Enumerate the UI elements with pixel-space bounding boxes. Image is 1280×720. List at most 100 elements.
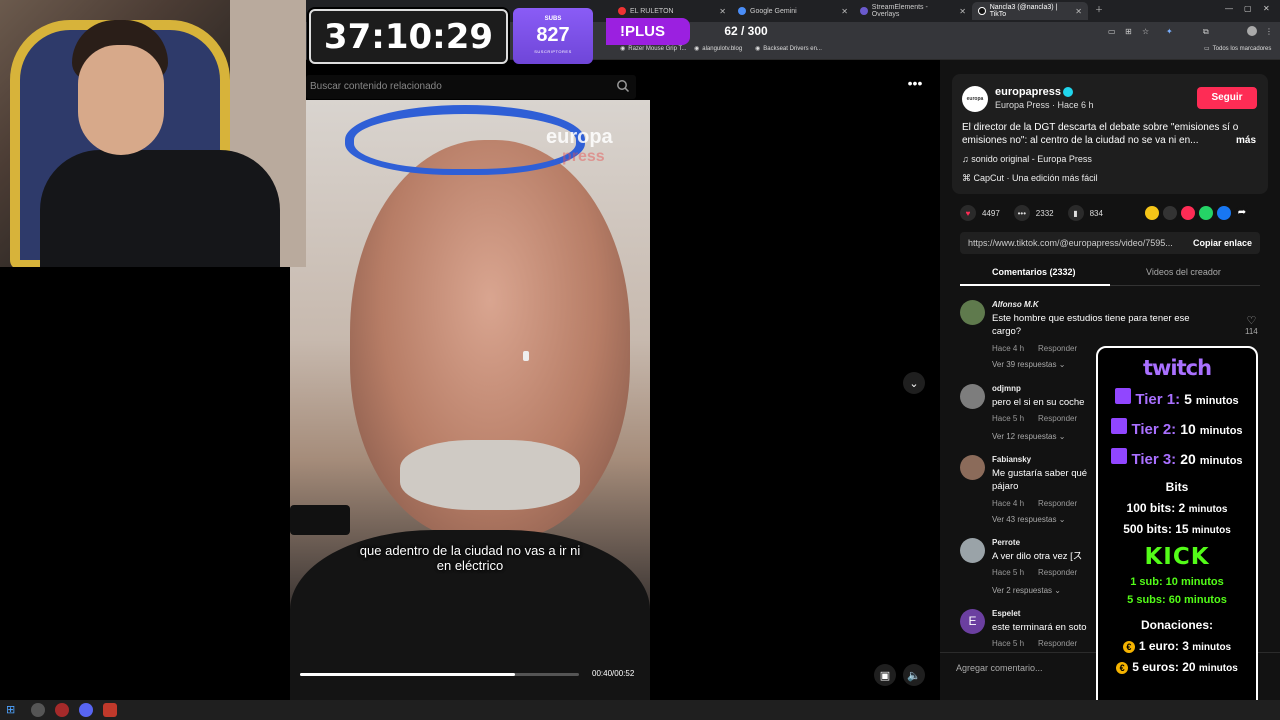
next-video-chevron-down-icon[interactable]: ⌄ [903,372,925,394]
tab-label: Google Gemini [750,7,797,15]
copy-link-button[interactable]: Copiar enlace [1193,238,1252,248]
menu-kebab-icon[interactable]: ⋮ [1265,27,1273,36]
cast-icon[interactable]: ▭ [1108,27,1116,36]
comment-username[interactable]: odjmnp [992,384,1021,393]
search-icon[interactable] [616,79,630,93]
comment-username[interactable]: Fabiansky [992,455,1031,464]
follow-button[interactable]: Seguir [1197,87,1257,109]
subs-count: 827 [536,24,570,46]
subs-sublabel: SUSCRIPTORES [534,49,572,54]
tab-google-gemini[interactable]: Google Gemini ✕ [732,2,854,20]
app-icon[interactable] [103,703,117,717]
new-tab-icon[interactable]: ＋ [1095,4,1103,15]
picture-in-picture-icon[interactable]: ▣ [874,664,896,686]
bookmark-icon[interactable]: ▮ [1067,205,1084,221]
kick-row: 5 subs: 60 minutos [1127,594,1227,606]
comment-icon[interactable]: ••• [1013,205,1030,221]
post-url[interactable]: https://www.tiktok.com/@europapress/vide… [968,238,1173,248]
bookmark-item[interactable]: ◉ Razer Mouse Grip T... [620,45,687,53]
kick-logo: KICK [1144,544,1210,570]
all-bookmarks[interactable]: ▭ Todos los marcadores [1204,45,1272,53]
share-coin-icon[interactable] [1145,206,1159,220]
tab-tiktok[interactable]: Nancla3 (@nancla3) | TikTo ✕ [972,2,1088,20]
embed-code-icon[interactable] [1163,206,1177,220]
extensions-puzzle-icon[interactable]: ⧉ [1203,27,1209,37]
reply-button[interactable]: Responder [1038,414,1077,423]
search-input[interactable]: Buscar contenido relacionado [306,75,636,99]
windows-start-icon[interactable]: ⊞ [6,703,20,717]
profile-avatar-icon[interactable] [1247,26,1257,36]
capcut-link[interactable]: ⌘ CapCut · Una edición más fácil [962,173,1098,184]
tier-unit: minutos [1199,425,1243,437]
obs-icon[interactable] [55,703,69,717]
tab-favicon-icon [618,7,626,15]
bookmark-item[interactable]: ◉ alangulotv.blog [694,45,742,53]
tier-row: Tier 3: 20 minutos [1098,448,1256,468]
comment-meta: Hace 5 h Responder [992,568,1077,577]
share-arrow-icon[interactable]: ➦ [1235,206,1249,220]
caption-line: en eléctrico [436,558,504,573]
streamer-webcam [0,0,306,267]
tab-streamelements[interactable]: StreamElements - Overlays ✕ [854,2,972,20]
comment-username[interactable]: Alfonso M.K [992,300,1039,309]
translate-icon[interactable]: ⊞ [1125,27,1132,36]
discord-icon[interactable] [79,703,93,717]
avatar[interactable] [960,300,985,325]
add-comment-input[interactable]: Agregar comentario... [956,663,1043,673]
bookmark-label: Todos los marcadores [1212,45,1272,52]
author-avatar[interactable]: europa press [962,86,988,128]
more-button[interactable]: más [1236,134,1256,147]
video-frame-beard [400,440,580,510]
tab-creator-videos[interactable]: Videos del creador [1146,267,1221,277]
avatar[interactable] [960,455,985,480]
twitch-badge-icon [1115,388,1132,404]
bookmark-star-icon[interactable]: ☆ [1142,27,1149,36]
maximize-icon[interactable]: ▢ [1244,4,1252,13]
tiktok-icon [978,7,986,15]
facebook-icon[interactable] [1217,206,1231,220]
close-tab-icon[interactable]: ✕ [841,7,848,16]
reply-button[interactable]: Responder [1038,499,1077,508]
author-handle: europapress [995,86,1062,98]
comment-text: Este hombre que estudios tiene para tene… [992,313,1190,337]
bookmark-item[interactable]: ◉ Backseat Drivers en... [755,45,822,53]
heart-outline-icon[interactable]: ♡ [1246,315,1256,327]
reply-button[interactable]: Responder [1038,639,1077,648]
folder-icon: ▭ [1204,46,1210,52]
reply-button[interactable]: Responder [1038,344,1077,353]
whatsapp-icon[interactable] [1199,206,1213,220]
close-tab-icon[interactable]: ✕ [959,7,966,16]
view-replies[interactable]: Ver 2 respuestas ⌄ [992,586,1061,595]
view-replies[interactable]: Ver 43 respuestas ⌄ [992,515,1065,524]
post-description: El director de la DGT descarta el debate… [962,121,1262,147]
chrome-icon[interactable] [31,703,45,717]
tab-comments[interactable]: Comentarios (2332) [992,267,1076,277]
video-progress-bar[interactable] [300,673,579,676]
avatar[interactable] [960,538,985,563]
video-player[interactable]: europa press [290,100,650,700]
avatar[interactable]: E [960,609,985,634]
extension-icon[interactable]: ✦ [1166,27,1173,36]
twitch-logo: twitch [1142,356,1212,380]
view-replies-label: Ver 2 respuestas [992,586,1053,595]
close-tab-icon[interactable]: ✕ [1075,7,1082,16]
music-link[interactable]: ♫ sonido original - Europa Press [962,154,1092,164]
author-name[interactable]: europapress [995,86,1074,98]
euro-coin-icon: € [1122,641,1135,653]
bookmark-label: Backseat Drivers en... [763,45,822,52]
close-tab-icon[interactable]: ✕ [719,7,726,16]
view-replies[interactable]: Ver 39 respuestas ⌄ [992,360,1065,369]
view-replies[interactable]: Ver 12 respuestas ⌄ [992,432,1065,441]
comment-username[interactable]: Espelet [992,609,1020,618]
post-actions: ♥ 4497 ••• 2332 ▮ 834 [960,204,1117,222]
avatar[interactable] [960,384,985,409]
reply-button[interactable]: Responder [1038,568,1077,577]
close-window-icon[interactable]: ✕ [1263,4,1270,13]
share-friends-icon[interactable] [1181,206,1195,220]
comment-like[interactable]: ♡ 114 [1245,314,1258,336]
volume-icon[interactable]: 🔈 [903,664,925,686]
comment-username[interactable]: Perrote [992,538,1020,547]
more-options-icon[interactable]: ••• [904,76,926,94]
minimize-icon[interactable]: — [1225,4,1233,13]
heart-icon[interactable]: ♥ [960,205,976,221]
